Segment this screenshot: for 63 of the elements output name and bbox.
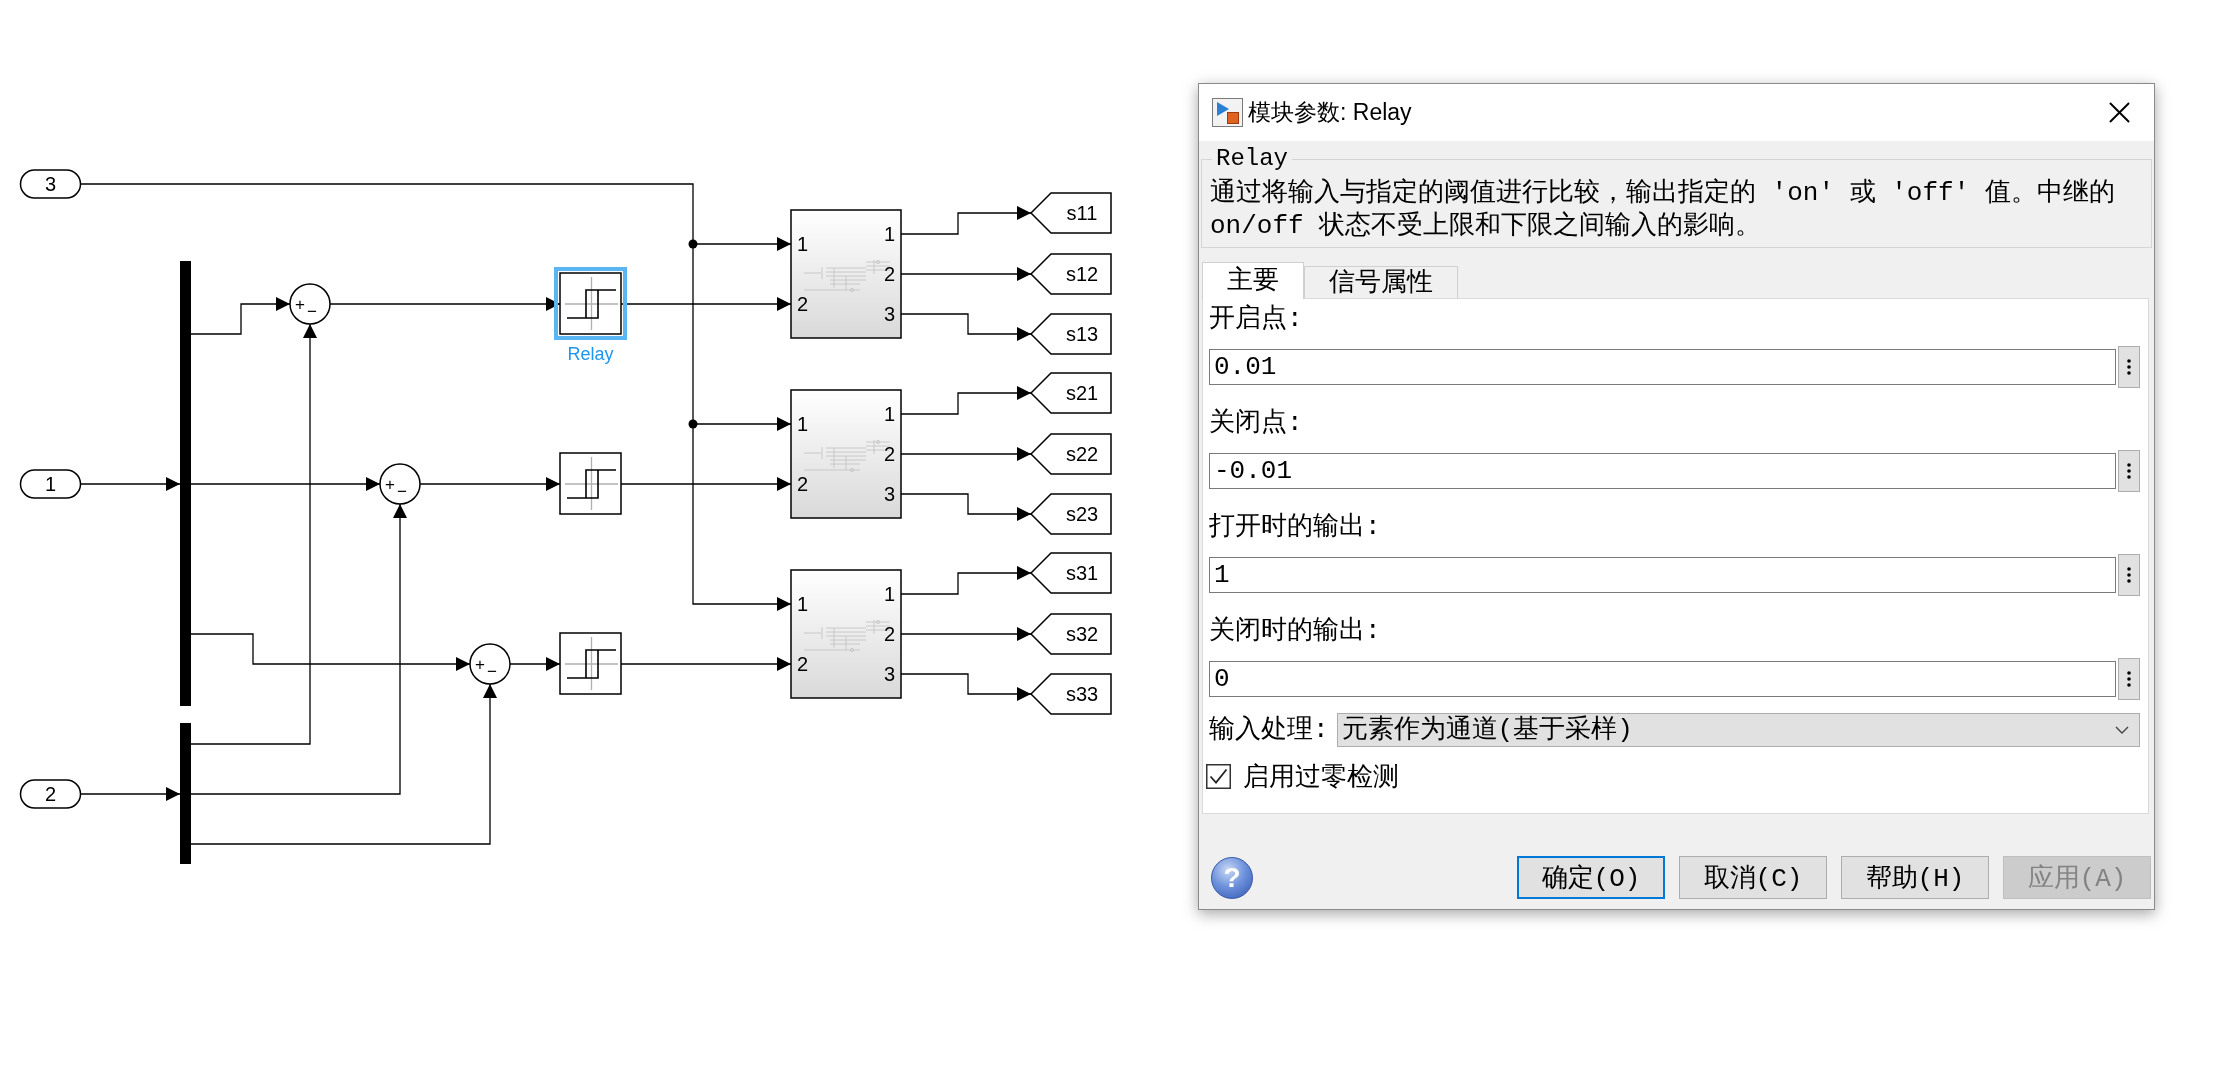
- dropdown[interactable]: 元素作为通道(基于采样): [1336, 713, 2140, 747]
- options-button[interactable]: [2118, 346, 2140, 388]
- vertical-dots-icon: [2127, 567, 2131, 583]
- goto-tag: s31: [1029, 552, 1112, 594]
- tab[interactable]: 信号属性: [1304, 266, 1458, 298]
- port-number-label: 2: [883, 623, 895, 645]
- goto-tag: s13: [1029, 313, 1112, 355]
- inport-block: 3: [19, 169, 82, 199]
- close-icon[interactable]: [2109, 102, 2130, 123]
- field-label: 打开时的输出:: [1209, 511, 1382, 544]
- sum-block: +−: [289, 283, 331, 325]
- port-number-label: 1: [883, 223, 895, 245]
- port-number-label: 1: [883, 403, 895, 425]
- goto-tag: s22: [1029, 433, 1112, 475]
- field-label: 关闭点:: [1209, 407, 1304, 440]
- block-icon: [1212, 98, 1243, 127]
- port-number-label: 2: [797, 293, 809, 315]
- field-label: 关闭时的输出:: [1209, 615, 1382, 648]
- field-label: 开启点:: [1209, 303, 1304, 336]
- dialog-button[interactable]: 帮助(H): [1841, 856, 1989, 899]
- vertical-dots-icon: [2127, 671, 2131, 687]
- port-number-label: 3: [883, 483, 895, 505]
- tab[interactable]: 主要: [1202, 262, 1304, 299]
- port-number-label: 2: [797, 653, 809, 675]
- description-text: 通过将输入与指定的阈值进行比较，输出指定的 'on' 或 'off' 值。中继的 on/off 状态不受上限和下限之间输入的影响。: [1210, 177, 2116, 243]
- port-number-label: 1: [797, 233, 809, 255]
- options-button[interactable]: [2118, 450, 2140, 492]
- caret-icon: [2115, 726, 2129, 734]
- inport-block: 2: [19, 779, 82, 809]
- input-field[interactable]: -0.01: [1209, 453, 2116, 489]
- group-title: Relay: [1215, 144, 1289, 174]
- sum-block: +−: [469, 643, 511, 685]
- vertical-dots-icon: [2127, 463, 2131, 479]
- goto-tag: s11: [1029, 192, 1112, 234]
- window-title: 模块参数: Relay: [1248, 98, 1413, 127]
- dialog-button[interactable]: 确定(O): [1517, 856, 1665, 899]
- port-number-label: 2: [797, 473, 809, 495]
- checkbox-label: 启用过零检测: [1243, 761, 1399, 794]
- checkbox[interactable]: [1206, 763, 1231, 789]
- port-number-label: 1: [797, 593, 809, 615]
- sum-block: +−: [379, 463, 421, 505]
- port-number-label: 1: [797, 413, 809, 435]
- input-field[interactable]: 0.01: [1209, 349, 2116, 385]
- port-number-label: 1: [883, 583, 895, 605]
- input-field[interactable]: 0: [1209, 661, 2116, 697]
- dialog-button[interactable]: 取消(C): [1679, 856, 1827, 899]
- port-number-label: 3: [883, 663, 895, 685]
- field-label: 输入处理:: [1209, 714, 1329, 747]
- goto-tag: s33: [1029, 673, 1112, 715]
- goto-tag: s32: [1029, 613, 1112, 655]
- inport-block: 1: [19, 469, 82, 499]
- port-number-label: 3: [883, 303, 895, 325]
- goto-tag: s23: [1029, 493, 1112, 535]
- block-name-label: Relay: [567, 344, 614, 364]
- options-button[interactable]: [2118, 554, 2140, 596]
- port-number-label: 2: [883, 443, 895, 465]
- vertical-dots-icon: [2127, 359, 2131, 375]
- port-number-label: 2: [883, 263, 895, 285]
- hysteresis-icon: [564, 276, 619, 331]
- goto-tag: s12: [1029, 253, 1112, 295]
- goto-tag: s21: [1029, 372, 1112, 414]
- input-field[interactable]: 1: [1209, 557, 2116, 593]
- options-button[interactable]: [2118, 658, 2140, 700]
